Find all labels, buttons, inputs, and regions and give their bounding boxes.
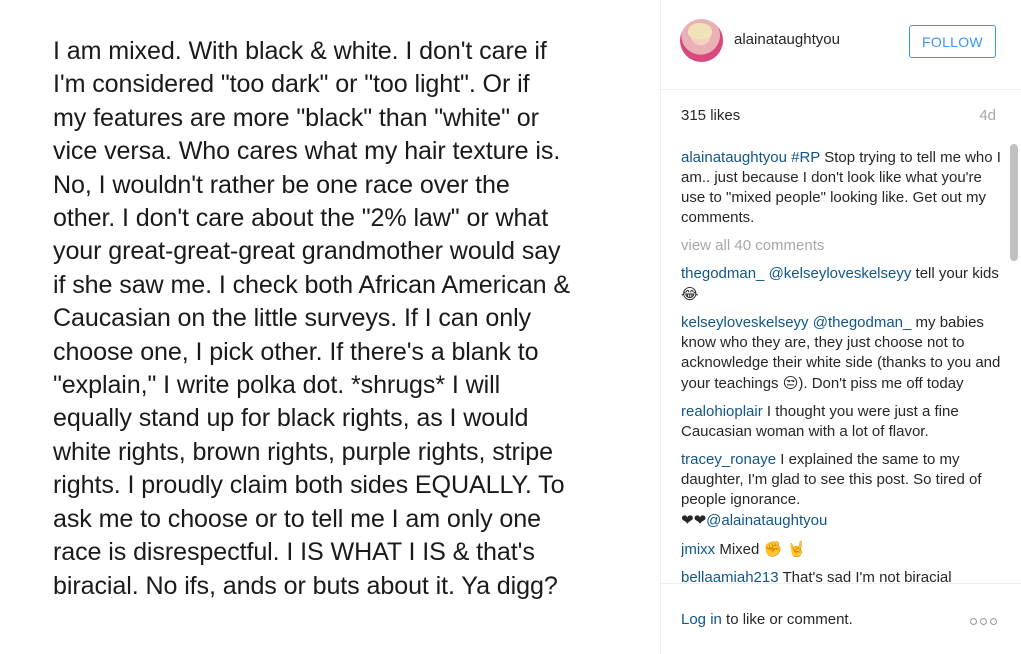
caption: alainataughtyou #RP Stop trying to tell …	[681, 148, 1003, 228]
login-link[interactable]: Log in	[681, 611, 722, 628]
image-text-line: biracial. No ifs, ands or buts about it.…	[53, 571, 558, 600]
comment-mention[interactable]: @kelseyloveskelseyy	[769, 265, 912, 282]
image-text-line: vice versa. Who cares what my hair textu…	[53, 137, 561, 166]
image-text-line: other. I don't care about the "2% law" o…	[53, 204, 549, 233]
login-prompt: Log in to like or comment.	[681, 611, 853, 628]
post-footer: Log in to like or comment.	[661, 583, 1021, 654]
tears-of-joy-emoji-icon: 😂	[681, 285, 699, 303]
comment-mention[interactable]: @alainataughtyou	[706, 512, 827, 529]
comment-username[interactable]: jmixx	[681, 541, 715, 558]
comment-username[interactable]: realohioplair	[681, 403, 763, 420]
image-text-line: No, I wouldn't rather be one race over t…	[53, 170, 510, 199]
image-text-line: your great-great-great grandmother would…	[53, 237, 561, 266]
caption-hashtag[interactable]: #RP	[791, 149, 820, 166]
fist-and-horns-emoji-icon: ✊ 🤘	[763, 540, 806, 558]
post-sidebar: alainataughtyou FOLLOW 315 likes 4d alai…	[660, 0, 1021, 654]
dot-icon	[970, 617, 977, 625]
post-image: I am mixed. With black & white. I don't …	[0, 0, 660, 654]
hearts-emoji-icon: ❤❤	[681, 511, 707, 529]
profile-avatar[interactable]	[680, 19, 723, 62]
view-all-comments-link[interactable]: view all 40 comments	[681, 236, 1003, 256]
comment-item: bellaamiah213 That's sad I'm not biracia…	[681, 568, 1003, 582]
likes-count[interactable]: 315 likes	[681, 107, 740, 124]
comment-item: thegodman_ @kelseyloveskelseyy tell your…	[681, 264, 1003, 305]
comment-item: realohioplair I thought you were just a …	[681, 402, 1003, 442]
more-options-icon[interactable]	[970, 617, 997, 625]
image-text-line: equally stand up for black rights, as I …	[53, 404, 529, 433]
comment-username[interactable]: thegodman_	[681, 265, 764, 282]
image-text-line: rights. I proudly claim both sides EQUAL…	[53, 471, 565, 500]
comments-scrollbar[interactable]	[1010, 140, 1019, 584]
post-image-text: I am mixed. With black & white. I don't …	[53, 35, 623, 603]
image-text-line: I'm considered "too dark" or "too light"…	[53, 70, 530, 99]
comment-text: That's sad I'm not biracial	[778, 569, 952, 582]
image-text-line: Caucasian on the little surveys. If I ca…	[53, 304, 532, 333]
image-text-line: I am mixed. With black & white. I don't …	[53, 37, 547, 65]
post-timestamp[interactable]: 4d	[979, 107, 996, 124]
dot-icon	[980, 617, 987, 625]
comment-mention[interactable]: @thegodman_	[813, 314, 912, 331]
comment-item: kelseyloveskelseyy @thegodman_ my babies…	[681, 313, 1003, 394]
post-stats: 315 likes 4d	[681, 104, 996, 128]
caption-username[interactable]: alainataughtyou	[681, 149, 787, 166]
image-text-line: ask me to choose or to tell me I am only…	[53, 504, 541, 533]
image-text-line: choose one, I pick other. If there's a b…	[53, 337, 539, 366]
comment-item: jmixx Mixed ✊ 🤘	[681, 539, 1003, 560]
scrollbar-thumb[interactable]	[1010, 144, 1018, 261]
comment-username[interactable]: bellaamiah213	[681, 569, 779, 582]
comment-username[interactable]: kelseyloveskelseyy	[681, 314, 809, 331]
image-text-line: if she saw me. I check both African Amer…	[53, 270, 571, 299]
login-prompt-text: to like or comment.	[721, 611, 853, 628]
comment-item: tracey_ronaye I explained the same to my…	[681, 450, 1003, 531]
image-text-line: my features are more "black" than "white…	[53, 103, 539, 132]
comments-list: alainataughtyou #RP Stop trying to tell …	[681, 148, 1003, 582]
comment-text: Mixed	[715, 541, 764, 558]
image-text-line: "explain," I write polka dot. *shrugs* I…	[53, 371, 501, 400]
dot-icon	[990, 617, 997, 625]
comment-username[interactable]: tracey_ronaye	[681, 451, 776, 468]
post-header: alainataughtyou FOLLOW	[661, 0, 1021, 90]
username-link[interactable]: alainataughtyou	[734, 31, 840, 48]
comment-text: tell your kids	[911, 265, 999, 282]
image-text-line: race is disrespectful. I IS WHAT I IS & …	[53, 538, 535, 567]
comment-text-end: ). Don't piss me off today	[798, 375, 964, 392]
unamused-emoji-icon: 😒	[782, 374, 799, 392]
follow-button[interactable]: FOLLOW	[909, 25, 996, 58]
image-text-line: white rights, brown rights, purple right…	[53, 437, 553, 466]
